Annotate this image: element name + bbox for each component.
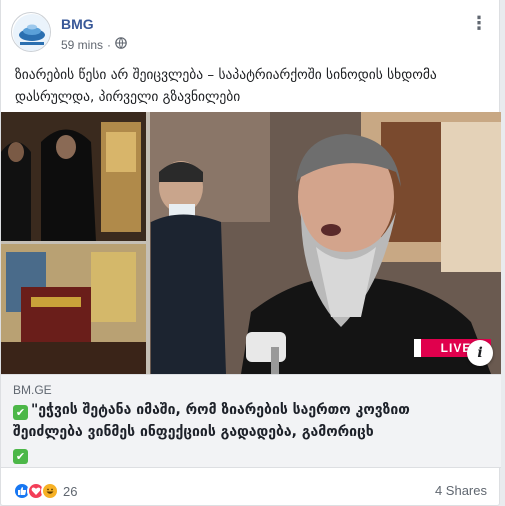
post-meta: 59 mins · [61,37,127,52]
link-title[interactable]: ✔ "ეჭვის შეტანა იმაში, რომ ზიარების საერთ… [13,399,483,465]
check-mark-icon: ✔ [13,449,28,464]
check-mark-icon: ✔ [13,405,28,420]
shares-count[interactable]: 4 Shares [435,483,487,498]
page-avatar[interactable] [11,12,51,52]
link-preview[interactable]: BM.GE ✔ "ეჭვის შეტანა იმაში, რომ ზიარების… [1,374,501,468]
more-options-icon[interactable]: ⋮ [469,14,489,34]
link-domain: BM.GE [13,383,52,397]
post-card: BMG 59 mins · ⋮ ზიარების წესი არ შეიცვლე… [0,0,501,506]
reactions-summary[interactable]: 26 [13,481,77,501]
haha-icon [41,482,59,500]
globe-icon [115,37,127,52]
link-title-text: "ეჭვის შეტანა იმაში, რომ ზიარების საერთო… [13,402,410,440]
post-time[interactable]: 59 mins [61,38,103,52]
page-name-link[interactable]: BMG [61,16,94,32]
post-video[interactable]: LIVE i [1,112,501,374]
info-icon[interactable]: i [467,340,493,366]
reaction-count: 26 [63,483,78,499]
post-header: BMG 59 mins · ⋮ [11,12,489,56]
post-text: ზიარების წესი არ შეიცვლება – საპატრიარქო… [15,67,437,105]
